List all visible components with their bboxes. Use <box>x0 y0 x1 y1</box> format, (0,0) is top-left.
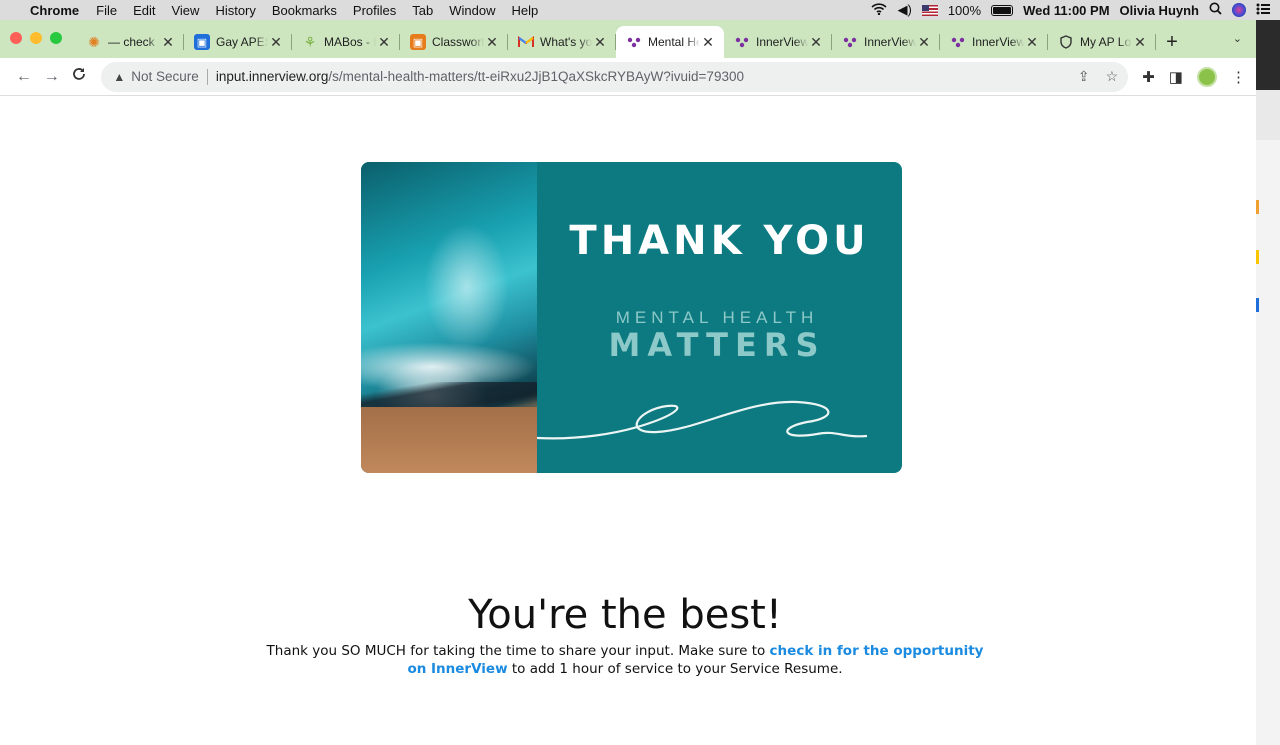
macos-menu-bar: Chrome File Edit View History Bookmarks … <box>0 0 1280 20</box>
tab-innerview-3[interactable]: InnerView ✕ <box>940 26 1048 58</box>
tab-gay-apes[interactable]: ▣ Gay APES ✕ <box>184 26 292 58</box>
menu-tab[interactable]: Tab <box>412 3 433 18</box>
share-icon[interactable]: ⇪ <box>1078 68 1090 85</box>
page-content: THANK YOU MENTAL HEALTH MATTERS You're t… <box>0 96 1256 745</box>
user-name[interactable]: Olivia Huynh <box>1120 3 1199 18</box>
address-bar[interactable]: ▲ Not Secure input.innerview.org/s/menta… <box>101 61 1129 92</box>
reload-button[interactable] <box>66 67 94 86</box>
tab-title: InnerView <box>972 35 1024 49</box>
menu-window[interactable]: Window <box>449 3 495 18</box>
innerview-icon <box>950 34 966 50</box>
tab-innerview-1[interactable]: InnerView ✕ <box>724 26 832 58</box>
warning-icon[interactable]: ▲ <box>113 70 125 84</box>
tab-innerview-2[interactable]: InnerView ✕ <box>832 26 940 58</box>
back-button[interactable]: ← <box>10 68 38 86</box>
new-tab-button[interactable]: + <box>1156 26 1188 58</box>
tab-mental-health-active[interactable]: Mental He ✕ <box>616 26 724 58</box>
leaf-icon: ⚘ <box>303 33 317 50</box>
tab-close-icon[interactable]: ✕ <box>1132 34 1148 51</box>
profile-avatar[interactable] <box>1196 66 1217 87</box>
message-text-end: to add 1 hour of service to your Service… <box>507 661 843 677</box>
tab-close-icon[interactable]: ✕ <box>160 34 176 51</box>
menu-file[interactable]: File <box>96 3 117 18</box>
us-flag-input-icon[interactable] <box>921 4 938 16</box>
innerview-icon <box>734 34 750 50</box>
browser-toolbar: ← → ▲ Not Secure input.innerview.org/s/m… <box>0 58 1256 96</box>
control-center-icon[interactable] <box>1256 3 1270 18</box>
tab-title: Classwork <box>432 35 484 49</box>
classroom-icon: ▣ <box>410 34 426 50</box>
tab-title: MABos - I <box>324 35 376 49</box>
menu-profiles[interactable]: Profiles <box>353 3 396 18</box>
tab-close-icon[interactable]: ✕ <box>1024 34 1040 51</box>
thank-you-message: Thank you SO MUCH for taking the time to… <box>260 642 990 678</box>
battery-percent: 100% <box>947 2 982 18</box>
tab-classwork[interactable]: ▣ Classwork ✕ <box>400 26 508 58</box>
orange-swirl-icon: ✺ <box>88 33 100 50</box>
minimize-window-button[interactable] <box>30 32 42 44</box>
wave-line-icon <box>537 400 868 440</box>
background-window-sliver <box>1256 20 1280 745</box>
tab-title: What's yo <box>540 35 592 49</box>
tab-close-icon[interactable]: ✕ <box>376 34 392 51</box>
tab-title: — check <box>108 35 155 49</box>
tab-check[interactable]: ✺ — check ✕ <box>76 26 184 58</box>
menu-help[interactable]: Help <box>512 3 539 18</box>
classroom-icon: ▣ <box>194 34 210 50</box>
battery-icon[interactable] <box>991 4 1014 16</box>
zoom-window-button[interactable] <box>50 32 62 44</box>
tab-close-icon[interactable]: ✕ <box>268 34 284 51</box>
chrome-menu-icon[interactable]: ⋮ <box>1231 68 1246 86</box>
tab-mabos[interactable]: ⚘ MABos - I ✕ <box>292 26 400 58</box>
tab-title: Mental He <box>648 35 700 49</box>
tab-title: InnerView <box>756 35 808 49</box>
extension-area: ✚ ◨ ⋮ <box>1142 66 1246 87</box>
forward-button[interactable]: → <box>38 68 66 86</box>
tab-close-icon[interactable]: ✕ <box>592 34 608 51</box>
banner-subtitle-line1: MENTAL HEALTH <box>615 308 819 327</box>
security-label[interactable]: Not Secure <box>131 69 199 84</box>
clock[interactable]: Wed 11:00 PM <box>1023 3 1109 18</box>
bookmark-star-icon[interactable]: ☆ <box>1106 68 1119 85</box>
tab-strip: ✺ — check ✕ ▣ Gay APES ✕ ⚘ MABos - I ✕ ▣… <box>0 20 1256 58</box>
extensions-puzzle-icon[interactable]: ✚ <box>1142 68 1155 86</box>
tab-search-chevron-icon[interactable]: ⌄ <box>1233 32 1242 45</box>
wifi-icon[interactable] <box>871 2 888 18</box>
thank-you-banner-image: THANK YOU MENTAL HEALTH MATTERS <box>361 162 902 473</box>
tab-my-ap-login[interactable]: My AP Lo ✕ <box>1048 26 1156 58</box>
close-window-button[interactable] <box>10 32 22 44</box>
menu-history[interactable]: History <box>215 3 255 18</box>
menu-view[interactable]: View <box>171 3 199 18</box>
tab-title: InnerView <box>864 35 916 49</box>
menu-edit[interactable]: Edit <box>133 3 155 18</box>
shield-icon <box>1058 34 1074 50</box>
page-heading: You're the best! <box>468 592 782 638</box>
banner-headline: THANK YOU <box>569 218 870 264</box>
innerview-icon <box>626 34 642 50</box>
side-panel-icon[interactable]: ◨ <box>1169 68 1183 86</box>
chrome-window: ✺ — check ✕ ▣ Gay APES ✕ ⚘ MABos - I ✕ ▣… <box>0 20 1256 745</box>
tab-gmail[interactable]: What's yo ✕ <box>508 26 616 58</box>
spotlight-search-icon[interactable] <box>1209 2 1222 18</box>
url-host: input.innerview.org <box>215 69 329 84</box>
volume-icon[interactable]: ◀) <box>897 2 911 18</box>
app-menu-chrome[interactable]: Chrome <box>30 3 79 18</box>
tab-close-icon[interactable]: ✕ <box>700 34 716 51</box>
tab-close-icon[interactable]: ✕ <box>808 34 824 51</box>
menu-bar-status: ◀) 100% Wed 11:00 PM Olivia Huynh <box>871 0 1270 20</box>
message-text: Thank you SO MUCH for taking the time to… <box>266 643 770 659</box>
siri-icon[interactable] <box>1232 3 1246 17</box>
tab-title: My AP Lo <box>1080 35 1132 49</box>
window-controls <box>10 32 62 44</box>
innerview-icon <box>842 34 858 50</box>
tab-close-icon[interactable]: ✕ <box>916 34 932 51</box>
gmail-icon <box>518 34 534 50</box>
banner-subtitle-line2: MATTERS <box>608 326 826 364</box>
tab-close-icon[interactable]: ✕ <box>484 34 500 51</box>
url-path: /s/mental-health-matters/tt-eiRxu2JjB1Qa… <box>328 69 744 84</box>
tab-title: Gay APES <box>216 35 268 49</box>
menu-bookmarks[interactable]: Bookmarks <box>272 3 337 18</box>
